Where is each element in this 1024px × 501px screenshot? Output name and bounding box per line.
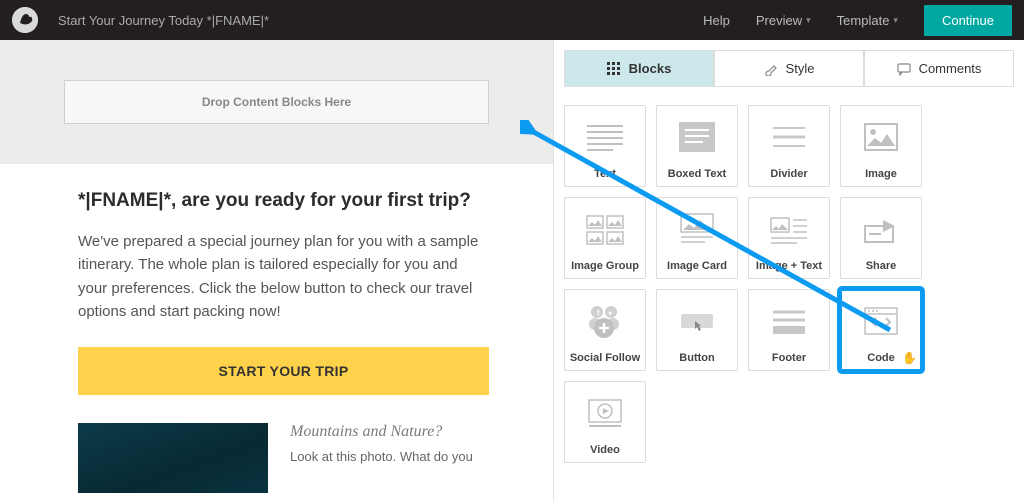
button-icon (657, 290, 737, 352)
block-video[interactable]: Video (564, 381, 646, 463)
block-code[interactable]: Code ✋ (840, 289, 922, 371)
block-footer[interactable]: Footer (748, 289, 830, 371)
tab-comments[interactable]: Comments (864, 50, 1014, 86)
block-label: Footer (772, 352, 806, 364)
footer-icon (749, 290, 829, 352)
block-label: Text (594, 168, 616, 180)
block-social-follow[interactable]: f● Social Follow (564, 289, 646, 371)
divider-icon (749, 106, 829, 168)
blocks-grid: Text Boxed Text Divider Image Image Grou… (554, 87, 1024, 481)
preview-label: Preview (756, 13, 802, 28)
block-label: Social Follow (570, 352, 640, 364)
block-label: Image Card (667, 260, 727, 272)
block-label: Divider (770, 168, 807, 180)
campaign-title: Start Your Journey Today *|FNAME|* (58, 13, 269, 28)
tab-style-label: Style (786, 61, 815, 76)
sidebar-tabs: Blocks Style Comments (564, 50, 1014, 87)
block-label: Image Group (571, 260, 639, 272)
article-excerpt[interactable]: Look at this photo. What do you (290, 449, 473, 464)
image-text-icon (749, 198, 829, 260)
tab-style[interactable]: Style (714, 50, 864, 86)
block-label: Code (867, 352, 895, 364)
tab-blocks-label: Blocks (629, 61, 672, 76)
article-image[interactable] (78, 423, 268, 493)
article-title[interactable]: Mountains and Nature? (290, 423, 473, 441)
block-label: Share (866, 260, 897, 272)
block-button[interactable]: Button (656, 289, 738, 371)
image-icon (841, 106, 921, 168)
block-label: Video (590, 444, 620, 456)
mailchimp-logo (12, 7, 38, 33)
template-menu[interactable]: Template▾ (837, 13, 898, 28)
share-icon (841, 198, 921, 260)
template-label: Template (837, 13, 890, 28)
video-icon (565, 382, 645, 444)
block-text[interactable]: Text (564, 105, 646, 187)
email-body[interactable]: We've prepared a special journey plan fo… (78, 230, 489, 323)
block-image-group[interactable]: Image Group (564, 197, 646, 279)
block-label: Image + Text (756, 260, 822, 272)
text-icon (565, 106, 645, 168)
block-image-text[interactable]: Image + Text (748, 197, 830, 279)
block-label: Boxed Text (668, 168, 726, 180)
cta-button[interactable]: START YOUR TRIP (78, 347, 489, 395)
block-label: Button (679, 352, 714, 364)
image-group-icon (565, 198, 645, 260)
topbar: Start Your Journey Today *|FNAME|* Help … (0, 0, 1024, 40)
article-row[interactable]: Mountains and Nature? Look at this photo… (78, 423, 489, 493)
block-share[interactable]: Share (840, 197, 922, 279)
svg-text:●: ● (608, 310, 612, 317)
image-card-icon (657, 198, 737, 260)
email-heading[interactable]: *|FNAME|*, are you ready for your first … (78, 190, 489, 212)
help-link[interactable]: Help (703, 13, 730, 28)
block-divider[interactable]: Divider (748, 105, 830, 187)
email-canvas: Drop Content Blocks Here *|FNAME|*, are … (0, 40, 553, 501)
brush-icon (764, 62, 778, 76)
tab-blocks[interactable]: Blocks (564, 50, 714, 86)
block-image-card[interactable]: Image Card (656, 197, 738, 279)
drop-zone[interactable]: Drop Content Blocks Here (64, 80, 489, 124)
tab-comments-label: Comments (919, 61, 982, 76)
comment-icon (897, 62, 911, 76)
continue-button[interactable]: Continue (924, 5, 1012, 36)
preview-menu[interactable]: Preview ▾ (756, 13, 811, 28)
blocks-icon (607, 62, 621, 76)
sidebar: Blocks Style Comments Text Boxed Text (553, 40, 1024, 501)
block-image[interactable]: Image (840, 105, 922, 187)
help-label: Help (703, 13, 730, 28)
grab-cursor-icon: ✋ (902, 351, 916, 365)
chevron-down-icon: ▾ (806, 15, 811, 26)
code-icon (841, 290, 921, 352)
chevron-down-icon: ▾ (893, 15, 898, 26)
block-boxed-text[interactable]: Boxed Text (656, 105, 738, 187)
block-label: Image (865, 168, 897, 180)
social-follow-icon: f● (565, 290, 645, 352)
boxed-text-icon (657, 106, 737, 168)
